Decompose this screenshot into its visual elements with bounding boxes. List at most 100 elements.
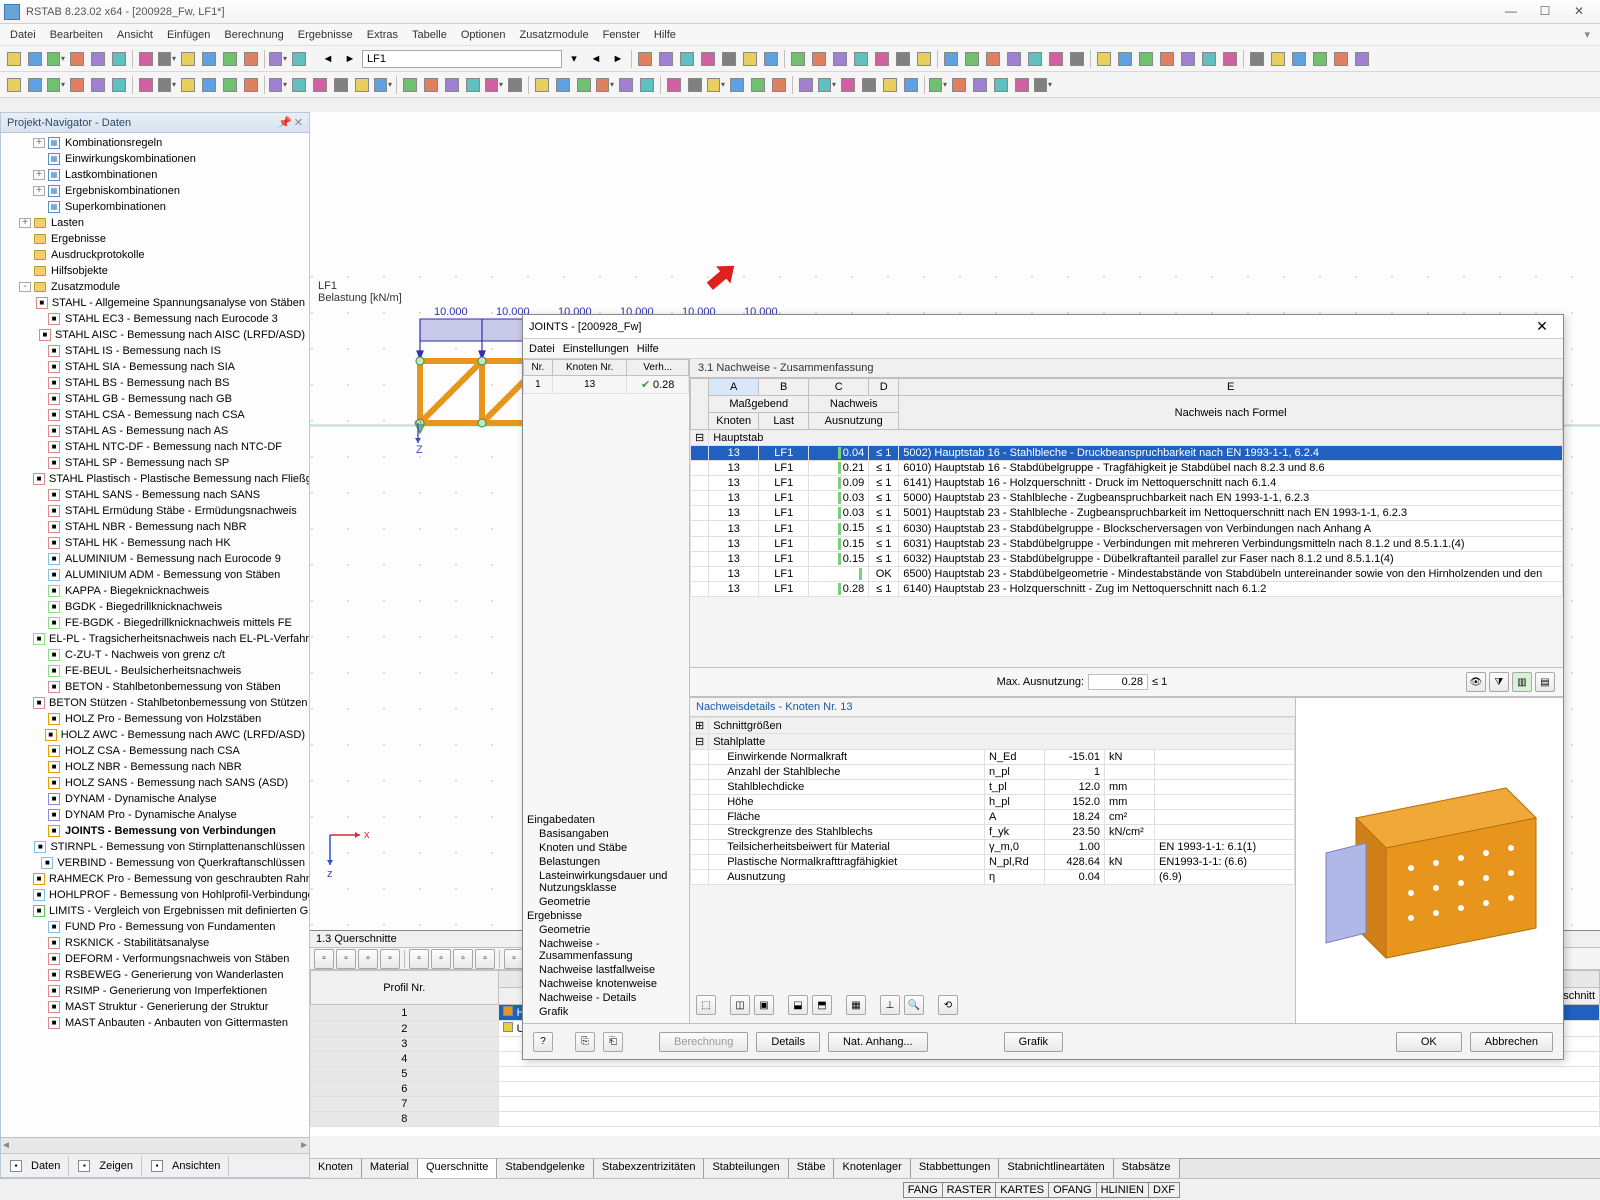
nav-tab-daten[interactable]: ▪Daten	[1, 1156, 69, 1176]
toolbar-btn[interactable]	[178, 49, 198, 69]
toolbar-btn[interactable]	[893, 49, 913, 69]
toolbar-btn[interactable]	[656, 49, 676, 69]
toolbar-btn[interactable]	[727, 75, 747, 95]
bottom-tab[interactable]: Stäbe	[789, 1158, 835, 1178]
toolbar-btn[interactable]	[941, 49, 961, 69]
joints-tree-item[interactable]: Basisangaben	[525, 827, 687, 841]
toolbar-btn[interactable]: ▾	[706, 75, 726, 95]
toolbar-btn[interactable]	[1268, 49, 1288, 69]
lf-next2-button[interactable]: ►	[608, 49, 628, 69]
view3d-btn9[interactable]: ⟲	[938, 995, 958, 1015]
toolbar-btn[interactable]	[220, 75, 240, 95]
tree-item[interactable]: ■STAHL EC3 - Bemessung nach Eurocode 3	[1, 311, 309, 327]
result-row[interactable]: 13LF10.21≤ 16010) Hauptstab 16 - Stabdüb…	[691, 461, 1563, 476]
toolbar-btn[interactable]	[1310, 49, 1330, 69]
toolbar-btn[interactable]	[1136, 49, 1156, 69]
tree-item[interactable]: Ergebnisse	[1, 231, 309, 247]
toolbar-btn[interactable]: ▾	[268, 49, 288, 69]
toolbar-btn[interactable]	[241, 49, 261, 69]
toolbar-btn[interactable]: ▾	[157, 75, 177, 95]
toolbar-btn[interactable]	[1157, 49, 1177, 69]
bt-toolbar-btn[interactable]: ▫	[409, 949, 429, 969]
eye-button[interactable]: 👁	[1466, 672, 1486, 692]
close-button[interactable]: ✕	[1562, 2, 1596, 22]
toolbar-btn[interactable]	[677, 49, 697, 69]
tree-item[interactable]: ■RSIMP - Generierung von Imperfektionen	[1, 983, 309, 999]
menu-collapse-icon[interactable]: ▾	[1578, 26, 1596, 43]
nav-close-icon[interactable]: ✕	[294, 116, 303, 129]
nat-anhang-button[interactable]: Nat. Anhang...	[828, 1032, 928, 1052]
joints-tree-item[interactable]: Lasteinwirkungsdauer und Nutzungsklasse	[525, 869, 687, 895]
tree-item[interactable]: ■RSKNICK - Stabilitätsanalyse	[1, 935, 309, 951]
view3d-btn8[interactable]: 🔍	[904, 995, 924, 1015]
tree-item[interactable]: ■STAHL GB - Bemessung nach GB	[1, 391, 309, 407]
tree-item[interactable]: ▦Superkombinationen	[1, 199, 309, 215]
joints-menu-hilfe[interactable]: Hilfe	[637, 343, 659, 355]
toolbar-btn[interactable]	[220, 49, 240, 69]
group-hauptstab[interactable]: Hauptstab	[709, 430, 1563, 446]
status-raster[interactable]: RASTER	[942, 1182, 997, 1198]
toolbar-btn[interactable]	[442, 75, 462, 95]
tree-item[interactable]: ■STAHL Plastisch - Plastische Bemessung …	[1, 471, 309, 487]
tree-item[interactable]: ■ALUMINIUM ADM - Bemessung von Stäben	[1, 567, 309, 583]
cross-section-row[interactable]: 8	[311, 1112, 1600, 1127]
toolbar-btn[interactable]	[574, 75, 594, 95]
joints-tree-item[interactable]: Belastungen	[525, 855, 687, 869]
tree-item[interactable]: ■STAHL NTC-DF - Bemessung nach NTC-DF	[1, 439, 309, 455]
toolbar-btn[interactable]	[331, 75, 351, 95]
joints-titlebar[interactable]: JOINTS - [200928_Fw] ✕	[523, 315, 1563, 339]
tree-item[interactable]: Ausdruckprotokolle	[1, 247, 309, 263]
tree-item[interactable]: ■STAHL CSA - Bemessung nach CSA	[1, 407, 309, 423]
toolbar-btn[interactable]	[616, 75, 636, 95]
grafik-button[interactable]: Grafik	[1004, 1032, 1063, 1052]
toolbar-btn[interactable]	[1199, 49, 1219, 69]
results-table[interactable]: A B C D E MaßgebendNachweisNachweis nach…	[690, 378, 1563, 597]
nav-scrollbar[interactable]: ◄►	[1, 1137, 309, 1153]
tree-item[interactable]: ■STAHL SP - Bemessung nach SP	[1, 455, 309, 471]
toolbar-btn[interactable]	[748, 75, 768, 95]
menu-zusatzmodule[interactable]: Zusatzmodule	[514, 27, 595, 43]
toolbar-btn[interactable]	[1004, 49, 1024, 69]
tree-item[interactable]: ■STAHL SANS - Bemessung nach SANS	[1, 487, 309, 503]
view3d-btn5[interactable]: ⬒	[812, 995, 832, 1015]
tree-item[interactable]: ■STAHL NBR - Bemessung nach NBR	[1, 519, 309, 535]
toolbar-btn[interactable]	[1025, 49, 1045, 69]
result-row[interactable]: 13LF10.15≤ 16032) Hauptstab 23 - Stabdüb…	[691, 551, 1563, 566]
menu-extras[interactable]: Extras	[361, 27, 404, 43]
joints-tree-item[interactable]: Geometrie	[525, 895, 687, 909]
tree-item[interactable]: ■ALUMINIUM - Bemessung nach Eurocode 9	[1, 551, 309, 567]
bt-toolbar-btn[interactable]: ▫	[358, 949, 378, 969]
view3d-btn4[interactable]: ⬓	[788, 995, 808, 1015]
toolbar-btn[interactable]	[199, 75, 219, 95]
view3d-btn2[interactable]: ◫	[730, 995, 750, 1015]
toolbar-btn[interactable]	[1012, 75, 1032, 95]
tree-item[interactable]: ■STAHL SIA - Bemessung nach SIA	[1, 359, 309, 375]
toolbar-btn[interactable]	[1115, 49, 1135, 69]
bottom-tab[interactable]: Stabexzentrizitäten	[594, 1158, 705, 1178]
tree-item[interactable]: ■DEFORM - Verformungsnachweis von Stäben	[1, 951, 309, 967]
toolbar-btn[interactable]	[685, 75, 705, 95]
toolbar-btn[interactable]: ▾	[928, 75, 948, 95]
toolbar-btn[interactable]	[67, 75, 87, 95]
toolbar-btn[interactable]	[838, 75, 858, 95]
toolbar-btn[interactable]	[310, 75, 330, 95]
toolbar-btn[interactable]	[67, 49, 87, 69]
ok-button[interactable]: OK	[1396, 1032, 1462, 1052]
result-row[interactable]: 13LF10.03≤ 15001) Hauptstab 23 - Stahlbl…	[691, 506, 1563, 521]
tree-item[interactable]: ■VERBIND - Bemessung von Querkraftanschl…	[1, 855, 309, 871]
toolbar-btn[interactable]	[635, 49, 655, 69]
tree-item[interactable]: ■STAHL BS - Bemessung nach BS	[1, 375, 309, 391]
tree-item[interactable]: +Lasten	[1, 215, 309, 231]
nav-tab-zeigen[interactable]: ▪Zeigen	[69, 1156, 142, 1176]
joints-case-row[interactable]: 113✔ 0.28	[524, 376, 689, 394]
bottom-tab[interactable]: Stabnichtlineartäten	[999, 1158, 1113, 1178]
tree-item[interactable]: ■STAHL Ermüdung Stäbe - Ermüdungsnachwei…	[1, 503, 309, 519]
navigator-tree[interactable]: +▦Kombinationsregeln▦Einwirkungskombinat…	[1, 133, 309, 1137]
tree-item[interactable]: ■LIMITS - Vergleich von Ergebnissen mit …	[1, 903, 309, 919]
toolbar-btn[interactable]	[4, 75, 24, 95]
toolbar-btn[interactable]	[962, 49, 982, 69]
toolbar-btn[interactable]	[1094, 49, 1114, 69]
toolbar-btn[interactable]	[532, 75, 552, 95]
joints-tree-item[interactable]: Ergebnisse	[525, 909, 687, 923]
menu-hilfe[interactable]: Hilfe	[648, 27, 682, 43]
